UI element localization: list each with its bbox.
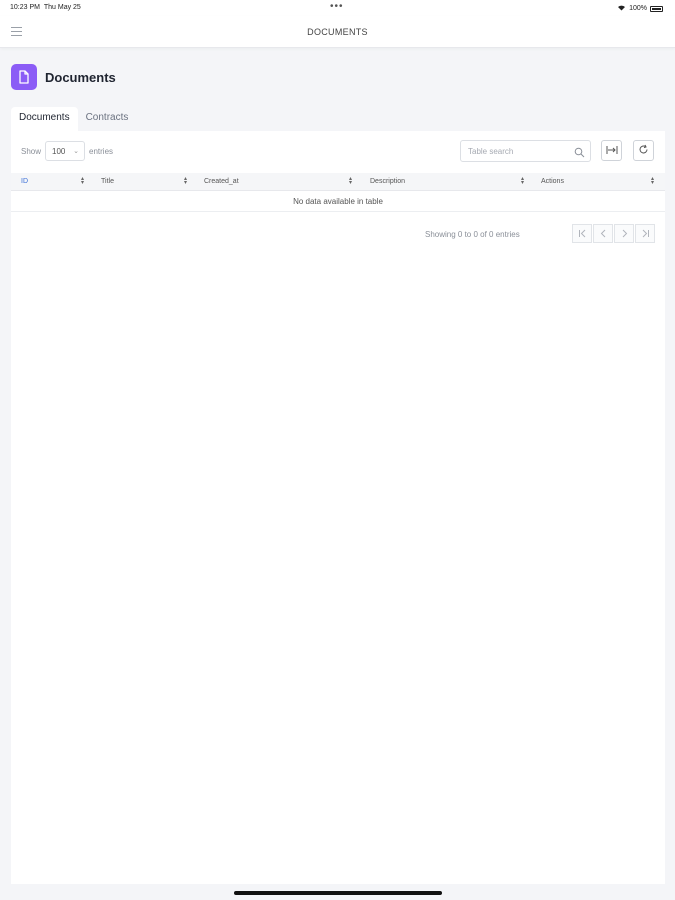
next-page-button[interactable] — [614, 224, 634, 243]
column-header-created-at[interactable]: Created_at — [204, 178, 239, 185]
refresh-button[interactable] — [633, 140, 654, 161]
last-page-icon — [642, 229, 649, 238]
first-page-button[interactable] — [572, 224, 592, 243]
wifi-icon — [617, 4, 626, 13]
page-header: Documents — [11, 64, 116, 90]
document-icon — [11, 64, 37, 90]
page-size-control: Show 100 ⌄ entries — [21, 141, 113, 161]
tab-documents[interactable]: Documents — [11, 107, 78, 131]
pagination-controls — [571, 224, 655, 243]
nav-title: DOCUMENTS — [307, 27, 368, 37]
entries-label: entries — [89, 146, 114, 156]
refresh-icon — [638, 142, 649, 160]
chevron-down-icon: ⌄ — [73, 148, 80, 155]
page-size-value: 100 — [52, 146, 66, 156]
chevron-right-icon — [622, 229, 627, 238]
column-header-title[interactable]: Title — [101, 178, 114, 185]
previous-page-button[interactable] — [593, 224, 613, 243]
battery-percent: 100% — [629, 5, 647, 12]
export-button[interactable] — [601, 140, 622, 161]
page-size-select[interactable]: 100 ⌄ — [45, 141, 86, 161]
multitask-dots[interactable]: ••• — [330, 1, 344, 12]
pagination-info: Showing 0 to 0 of 0 entries — [425, 230, 520, 239]
home-indicator[interactable] — [234, 891, 442, 895]
chevron-left-icon — [600, 229, 605, 238]
last-page-button[interactable] — [635, 224, 655, 243]
column-header-actions[interactable]: Actions — [541, 178, 564, 185]
show-label: Show — [21, 146, 42, 156]
empty-table-message: No data available in table — [11, 191, 665, 212]
table-search-input[interactable] — [460, 140, 591, 162]
page-title: Documents — [45, 69, 116, 85]
status-right: 100% — [617, 4, 663, 13]
status-time: 10:23 PM Thu May 25 — [10, 4, 81, 11]
documents-table-card: Show 100 ⌄ entries ID ▴▾ Title ▴▾ Create… — [11, 131, 665, 884]
search-icon — [574, 145, 585, 158]
first-page-icon — [578, 229, 585, 238]
column-header-id[interactable]: ID — [21, 178, 28, 185]
tab-bar: Documents Contracts — [11, 107, 136, 131]
column-header-description[interactable]: Description — [370, 178, 405, 185]
table-header: ID ▴ ▾ Title ▴ ▾ Created_at ▴ ▾ Description… — [11, 173, 665, 191]
top-navbar: DOCUMENTS — [0, 16, 675, 48]
battery-icon — [650, 5, 663, 12]
export-icon — [606, 142, 618, 160]
status-bar: 10:23 PM Thu May 25 ••• 100% — [0, 0, 675, 16]
tab-contracts[interactable]: Contracts — [78, 107, 137, 131]
